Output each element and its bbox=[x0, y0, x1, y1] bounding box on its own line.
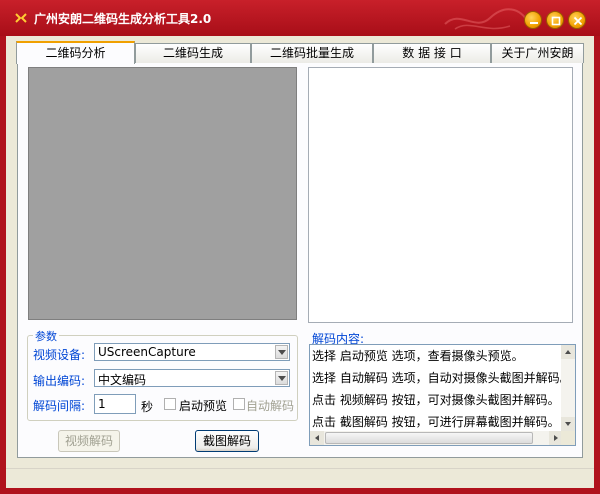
minimize-icon bbox=[530, 22, 538, 24]
preview-checkbox-label: 启动预览 bbox=[179, 399, 228, 413]
camera-preview bbox=[28, 67, 297, 320]
screenshot-decode-button[interactable]: 截图解码 bbox=[195, 430, 259, 452]
chevron-down-icon bbox=[278, 376, 286, 381]
close-icon bbox=[573, 16, 583, 26]
video-device-label: 视频设备: bbox=[33, 348, 86, 362]
arrow-up-icon bbox=[565, 350, 571, 354]
output-encoding-label: 输出编码: bbox=[33, 374, 86, 388]
video-device-value: UScreenCapture bbox=[98, 345, 196, 359]
qr-app-icon bbox=[14, 11, 28, 25]
chevron-down-icon bbox=[278, 350, 286, 355]
tab-data-interface[interactable]: 数 据 接 口 bbox=[373, 43, 491, 63]
video-device-select[interactable]: UScreenCapture bbox=[94, 343, 290, 361]
maximize-icon bbox=[551, 16, 561, 26]
output-encoding-select[interactable]: 中文编码 bbox=[94, 369, 290, 387]
maximize-button[interactable] bbox=[546, 11, 564, 29]
horizontal-scrollbar[interactable] bbox=[310, 431, 563, 445]
scroll-left-button[interactable] bbox=[310, 431, 324, 445]
arrow-left-icon bbox=[315, 435, 319, 441]
scroll-down-button[interactable] bbox=[561, 417, 575, 431]
result-line: 点击 视频解码 按钮，可对摄像头截图并解码。 bbox=[312, 393, 560, 407]
video-decode-button[interactable]: 视频解码 bbox=[58, 430, 120, 452]
horizontal-scroll-thumb[interactable] bbox=[325, 432, 533, 444]
window-title: 广州安朗二维码生成分析工具2.0 bbox=[34, 12, 212, 26]
app-window: 广州安朗二维码生成分析工具2.0 二维码分析 二维码生成 二维码批量生成 数 据… bbox=[0, 0, 600, 494]
scroll-up-button[interactable] bbox=[561, 345, 575, 359]
preview-checkbox[interactable] bbox=[164, 398, 176, 410]
tab-about[interactable]: 关于广州安朗 bbox=[491, 43, 584, 63]
decoded-image-box bbox=[308, 67, 573, 323]
result-textarea[interactable]: 选择 启动预览 选项，查看摄像头预览。 选择 自动解码 选项，自动对摄像头截图并… bbox=[309, 344, 576, 446]
video-device-dropdown-button[interactable] bbox=[275, 345, 288, 359]
interval-unit: 秒 bbox=[141, 400, 154, 414]
auto-decode-checkbox[interactable] bbox=[233, 398, 245, 410]
result-line: 点击 截图解码 按钮，可进行屏幕截图并解码。 bbox=[312, 415, 560, 429]
status-bar bbox=[6, 468, 594, 488]
title-bar[interactable]: 广州安朗二维码生成分析工具2.0 bbox=[0, 0, 600, 36]
scroll-corner bbox=[561, 431, 575, 445]
interval-input[interactable]: 1 bbox=[94, 394, 136, 414]
minimize-button[interactable] bbox=[524, 11, 542, 29]
tab-qr-generate[interactable]: 二维码生成 bbox=[135, 43, 251, 63]
output-encoding-value: 中文编码 bbox=[98, 373, 147, 387]
vertical-scrollbar[interactable] bbox=[561, 345, 575, 431]
result-line: 选择 自动解码 选项，自动对摄像头截图并解码。 bbox=[312, 371, 572, 385]
arrow-down-icon bbox=[565, 422, 571, 426]
tab-qr-analysis[interactable]: 二维码分析 bbox=[16, 41, 135, 64]
close-button[interactable] bbox=[568, 11, 586, 29]
auto-decode-checkbox-label: 自动解码 bbox=[246, 399, 295, 413]
params-group-title: 参数 bbox=[33, 328, 59, 344]
tab-qr-batch-generate[interactable]: 二维码批量生成 bbox=[251, 43, 373, 63]
interval-label: 解码间隔: bbox=[33, 399, 86, 413]
title-ornament-icon bbox=[444, 8, 529, 30]
result-line: 选择 启动预览 选项，查看摄像头预览。 bbox=[312, 349, 524, 363]
output-encoding-dropdown-button[interactable] bbox=[275, 371, 288, 385]
